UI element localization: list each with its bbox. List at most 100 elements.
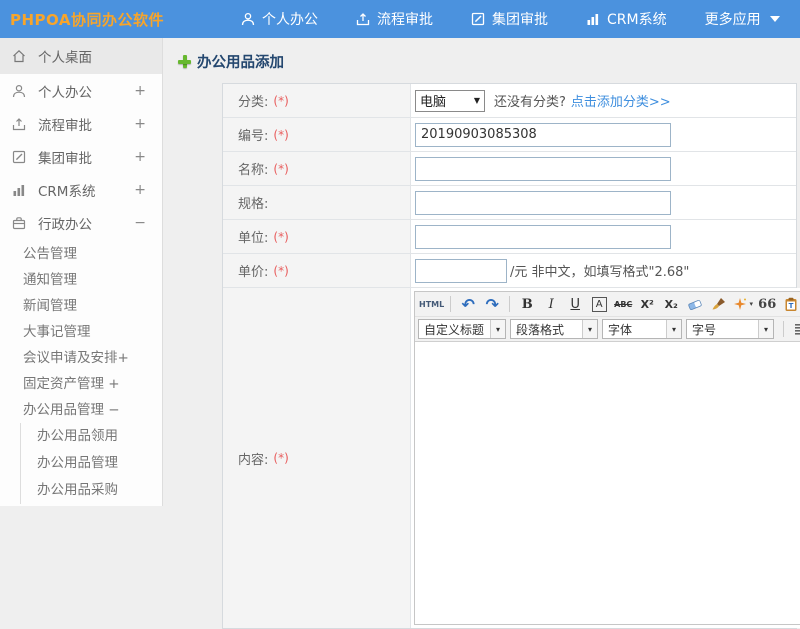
sidebar-item-supplies-purchase[interactable]: 办公用品采购 bbox=[21, 477, 162, 504]
sidebar-item-label: 集团审批 bbox=[38, 147, 92, 167]
font-size-dropdown[interactable]: 字号 ▾ bbox=[686, 319, 774, 339]
svg-text:T: T bbox=[789, 302, 794, 310]
sidebar-item-announcement-mgmt[interactable]: 公告管理 bbox=[0, 241, 162, 267]
sidebar-item-admin-office[interactable]: 行政办公 − bbox=[0, 206, 162, 239]
undo-button[interactable]: ↶ bbox=[457, 294, 479, 314]
nav-process-approval[interactable]: 流程审批 bbox=[356, 9, 433, 29]
paste-as-text-button[interactable]: T bbox=[780, 294, 800, 314]
caret-down-icon: ▼ bbox=[474, 96, 480, 105]
main-content: 办公用品添加 分类: (*) 电脑 ▼ 还没有分类? 点击添加分类>> 编号: … bbox=[163, 38, 800, 506]
expand-plus-icon: + bbox=[134, 182, 146, 198]
sidebar-item-group-approval[interactable]: 集团审批 + bbox=[0, 140, 162, 173]
required-mark: (*) bbox=[273, 451, 288, 465]
source-code-button[interactable]: HTML bbox=[419, 294, 444, 314]
redo-button[interactable]: ↷ bbox=[481, 294, 503, 314]
bold-button[interactable]: B bbox=[516, 294, 538, 314]
blockquote-button[interactable]: 66 bbox=[756, 294, 778, 314]
align-left-button[interactable] bbox=[790, 319, 800, 339]
person-icon bbox=[241, 12, 255, 26]
editor-content-area[interactable] bbox=[415, 342, 800, 624]
nav-group-approval[interactable]: 集团审批 bbox=[471, 9, 548, 29]
content-value-cell: HTML ↶ ↷ B I U A ABC X² X₂ bbox=[411, 288, 800, 628]
paragraph-format-dropdown[interactable]: 段落格式 ▾ bbox=[510, 319, 598, 339]
home-icon bbox=[12, 49, 28, 63]
add-category-link[interactable]: 点击添加分类>> bbox=[571, 91, 671, 110]
nav-more-apps[interactable]: 更多应用 bbox=[705, 9, 780, 29]
caret-down-icon: ▾ bbox=[666, 320, 681, 338]
remove-format-eraser-button[interactable] bbox=[684, 294, 706, 314]
form-row-name: 名称: (*) bbox=[223, 152, 796, 186]
font-family-dropdown[interactable]: 字体 ▾ bbox=[602, 319, 682, 339]
unit-input[interactable] bbox=[415, 225, 671, 249]
chart-icon bbox=[586, 12, 600, 26]
strikethrough-button[interactable]: ABC bbox=[612, 294, 634, 314]
approval-icon bbox=[356, 12, 370, 26]
nav-label: 集团审批 bbox=[492, 9, 548, 29]
sidebar-item-meeting-request[interactable]: 会议申请及安排+ bbox=[0, 345, 162, 371]
code-value-cell bbox=[411, 118, 796, 151]
sidebar-item-notice-mgmt[interactable]: 通知管理 bbox=[0, 267, 162, 293]
name-value-cell bbox=[411, 152, 796, 185]
sidebar-item-office-supplies-mgmt[interactable]: 办公用品管理 − bbox=[0, 397, 162, 423]
clipboard-icon: T bbox=[784, 297, 798, 312]
top-nav: 个人办公 流程审批 集团审批 CRM系统 更多应用 bbox=[241, 9, 800, 29]
selected-option: 电脑 bbox=[420, 91, 446, 110]
name-input[interactable] bbox=[415, 157, 671, 181]
dropdown-label: 字体 bbox=[603, 321, 666, 338]
category-label-cell: 分类: (*) bbox=[223, 84, 411, 117]
sidebar-item-fixed-assets-mgmt[interactable]: 固定资产管理 + bbox=[0, 371, 162, 397]
edit-icon bbox=[471, 12, 485, 26]
sidebar-item-personal-office[interactable]: 个人办公 + bbox=[0, 74, 162, 107]
field-label: 规格: bbox=[238, 193, 268, 212]
sidebar-item-memorabilia-mgmt[interactable]: 大事记管理 bbox=[0, 319, 162, 345]
caret-down-icon: ▾ bbox=[758, 320, 773, 338]
italic-button[interactable]: I bbox=[540, 294, 562, 314]
align-left-icon bbox=[794, 323, 800, 335]
caret-down-icon: ▾ bbox=[749, 300, 753, 308]
caret-down-icon: ▾ bbox=[490, 320, 505, 338]
expand-plus-icon: + bbox=[134, 149, 146, 165]
form-row-spec: 规格: bbox=[223, 186, 796, 220]
approval-icon bbox=[12, 117, 28, 131]
briefcase-icon bbox=[12, 216, 28, 230]
brush-icon bbox=[711, 297, 727, 311]
subscript-button[interactable]: X₂ bbox=[660, 294, 682, 314]
category-select[interactable]: 电脑 ▼ bbox=[415, 90, 485, 112]
editor-toolbar-row2: 自定义标题 ▾ 段落格式 ▾ 字体 ▾ 字号 ▾ bbox=[415, 317, 800, 342]
sidebar-item-supplies-manage[interactable]: 办公用品管理 bbox=[21, 450, 162, 477]
caret-down-icon: ▾ bbox=[582, 320, 597, 338]
price-input[interactable] bbox=[415, 259, 507, 283]
nav-crm-system[interactable]: CRM系统 bbox=[586, 9, 667, 29]
spec-input[interactable] bbox=[415, 191, 671, 215]
underline-button[interactable]: U bbox=[564, 294, 586, 314]
superscript-button[interactable]: X² bbox=[636, 294, 658, 314]
add-supplies-form: 分类: (*) 电脑 ▼ 还没有分类? 点击添加分类>> 编号: (*) bbox=[222, 83, 797, 629]
sidebar-item-news-mgmt[interactable]: 新闻管理 bbox=[0, 293, 162, 319]
field-label: 分类: bbox=[238, 91, 268, 110]
office-supplies-submenu: 办公用品领用 办公用品管理 办公用品采购 bbox=[20, 423, 162, 504]
edit-icon bbox=[12, 150, 28, 164]
price-label-cell: 单价: (*) bbox=[223, 254, 411, 287]
price-format-hint: /元 非中文，如填写格式"2.68" bbox=[510, 261, 689, 280]
sidebar-item-crm-system[interactable]: CRM系统 + bbox=[0, 173, 162, 206]
sidebar-item-personal-desktop[interactable]: 个人桌面 bbox=[0, 38, 162, 74]
custom-title-dropdown[interactable]: 自定义标题 ▾ bbox=[418, 319, 506, 339]
dropdown-label: 自定义标题 bbox=[419, 321, 490, 338]
sidebar-item-supplies-receive[interactable]: 办公用品领用 bbox=[21, 423, 162, 450]
form-row-category: 分类: (*) 电脑 ▼ 还没有分类? 点击添加分类>> bbox=[223, 84, 796, 118]
required-mark: (*) bbox=[273, 264, 288, 278]
form-row-unit: 单位: (*) bbox=[223, 220, 796, 254]
required-mark: (*) bbox=[273, 230, 288, 244]
font-border-button[interactable]: A bbox=[588, 294, 610, 314]
format-brush-button[interactable] bbox=[708, 294, 730, 314]
nav-personal-office[interactable]: 个人办公 bbox=[241, 9, 318, 29]
unit-value-cell bbox=[411, 220, 796, 253]
auto-typeset-button[interactable]: ▾ bbox=[732, 294, 754, 314]
form-row-code: 编号: (*) bbox=[223, 118, 796, 152]
app-logo: PHPOA协同办公软件 bbox=[0, 9, 163, 30]
toolbar-separator bbox=[509, 296, 510, 312]
code-input[interactable] bbox=[415, 123, 671, 147]
sidebar-item-process-approval[interactable]: 流程审批 + bbox=[0, 107, 162, 140]
sidebar-item-label: 个人桌面 bbox=[38, 46, 92, 66]
form-row-content: 内容: (*) HTML ↶ ↷ B I U A ABC bbox=[223, 288, 796, 628]
